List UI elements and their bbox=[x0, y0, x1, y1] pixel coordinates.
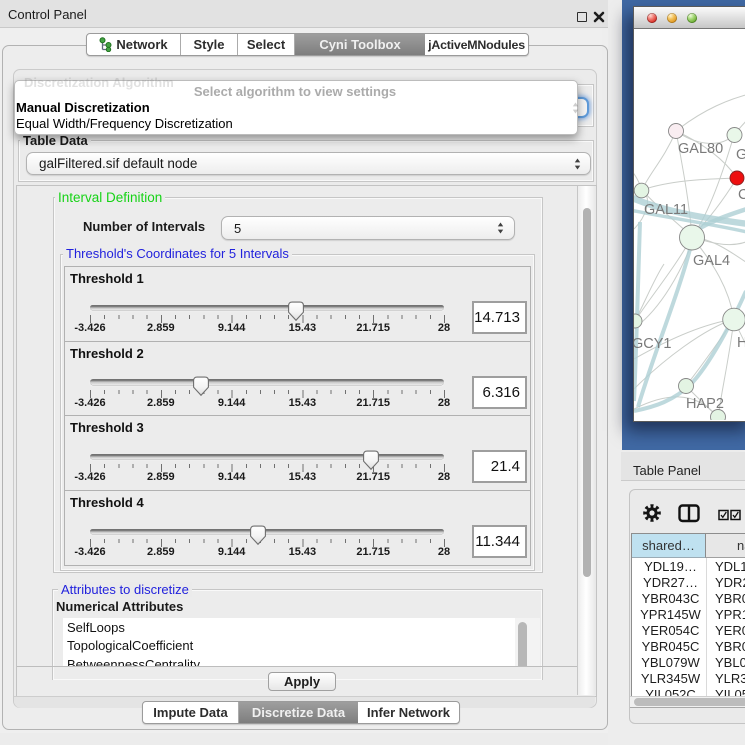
svg-text:GAL4: GAL4 bbox=[693, 253, 730, 269]
svg-text:GA: GA bbox=[736, 147, 745, 163]
svg-text:C: C bbox=[738, 187, 745, 203]
svg-text:GAL80: GAL80 bbox=[678, 141, 723, 157]
svg-text:GCY1: GCY1 bbox=[634, 336, 672, 352]
svg-text:H: H bbox=[737, 335, 745, 351]
svg-text:HAP2: HAP2 bbox=[686, 396, 724, 412]
svg-text:GAL11: GAL11 bbox=[644, 202, 688, 218]
